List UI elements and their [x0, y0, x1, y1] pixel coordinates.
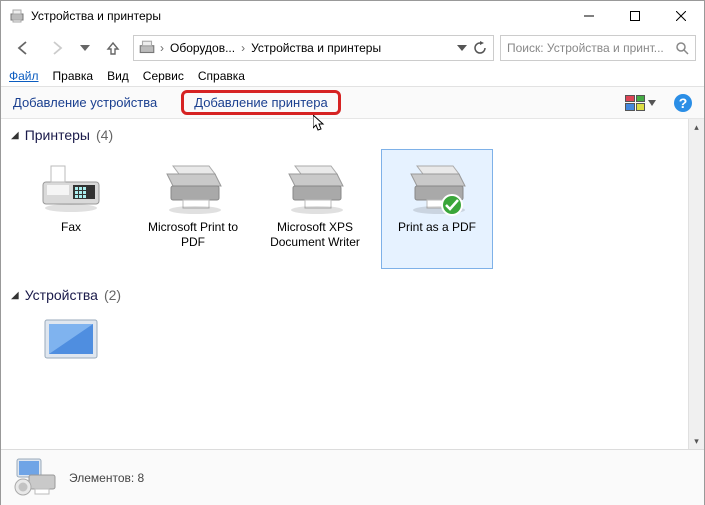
back-button[interactable]	[9, 34, 37, 62]
scroll-down-button[interactable]: ▾	[689, 433, 704, 449]
group-devices-header[interactable]: ◢ Устройства (2)	[1, 279, 704, 307]
chevron-down-icon[interactable]	[457, 43, 467, 53]
devices-printers-icon	[136, 37, 158, 59]
help-button[interactable]: ?	[674, 94, 692, 112]
device-label: Print as a PDF	[398, 220, 476, 235]
chevron-right-icon[interactable]: ›	[239, 41, 247, 55]
menu-bar: Файл Правка Вид Сервис Справка	[1, 65, 704, 87]
menu-tools[interactable]: Сервис	[143, 69, 184, 83]
device-item-ms-print-pdf[interactable]: Microsoft Print to PDF	[137, 149, 249, 269]
collapse-icon: ◢	[11, 130, 19, 141]
device-item-ms-xps[interactable]: Microsoft XPS Document Writer	[259, 149, 371, 269]
group-printers-header[interactable]: ◢ Принтеры (4)	[1, 119, 704, 147]
status-bar: Элементов: 8	[1, 449, 704, 505]
devices-printers-icon	[9, 8, 25, 24]
breadcrumb-segment-hardware[interactable]: Оборудов...	[166, 41, 239, 55]
scrollbar[interactable]: ▴ ▾	[688, 119, 704, 449]
printer-icon	[153, 156, 233, 216]
device-item-print-as-pdf[interactable]: Print as a PDF	[381, 149, 493, 269]
printer-icon	[397, 156, 477, 216]
search-icon	[675, 41, 689, 55]
collapse-icon: ◢	[11, 290, 19, 301]
group-count: (4)	[96, 127, 113, 143]
group-label: Принтеры	[25, 127, 90, 143]
chevron-right-icon[interactable]: ›	[158, 41, 166, 55]
close-button[interactable]	[658, 1, 704, 31]
command-bar: Добавление устройства Добавление принтер…	[1, 87, 704, 119]
view-icon	[625, 95, 645, 111]
search-placeholder: Поиск: Устройства и принт...	[507, 41, 675, 55]
add-printer-button[interactable]: Добавление принтера	[181, 90, 340, 115]
menu-view[interactable]: Вид	[107, 69, 129, 83]
device-item-fax[interactable]: Fax	[15, 149, 127, 269]
device-label: Fax	[61, 220, 81, 235]
window-title: Устройства и принтеры	[31, 9, 161, 23]
breadcrumb[interactable]: › Оборудов... › Устройства и принтеры	[133, 35, 494, 61]
menu-file[interactable]: Файл	[9, 69, 39, 83]
menu-help[interactable]: Справка	[198, 69, 245, 83]
printer-icon	[275, 156, 355, 216]
printers-items: Fax Microsoft Print to PDF	[1, 147, 704, 279]
device-label: Microsoft Print to PDF	[138, 220, 248, 250]
group-count: (2)	[104, 287, 121, 303]
up-button[interactable]	[99, 34, 127, 62]
view-options-button[interactable]	[625, 95, 656, 111]
refresh-button[interactable]	[473, 41, 487, 55]
menu-edit[interactable]: Правка	[53, 69, 94, 83]
maximize-button[interactable]	[612, 1, 658, 31]
status-label: Элементов:	[69, 471, 134, 485]
devices-items	[1, 307, 704, 379]
breadcrumb-segment-devices[interactable]: Устройства и принтеры	[247, 41, 385, 55]
titlebar[interactable]: Устройства и принтеры	[1, 1, 704, 31]
fax-icon	[31, 156, 111, 216]
recent-locations-button[interactable]	[77, 34, 93, 62]
status-icon	[13, 457, 59, 499]
status-count: 8	[138, 471, 145, 485]
content-pane: ▴ ▾ ◢ Принтеры (4) Fax	[1, 119, 704, 449]
device-item-monitor[interactable]	[15, 309, 127, 369]
minimize-button[interactable]	[566, 1, 612, 31]
scroll-up-button[interactable]: ▴	[689, 119, 704, 135]
default-check-icon	[441, 194, 463, 216]
group-label: Устройства	[25, 287, 98, 303]
add-device-button[interactable]: Добавление устройства	[13, 95, 157, 110]
device-label: Microsoft XPS Document Writer	[260, 220, 370, 250]
search-input[interactable]: Поиск: Устройства и принт...	[500, 35, 696, 61]
address-bar: › Оборудов... › Устройства и принтеры По…	[1, 31, 704, 65]
monitor-icon	[31, 316, 111, 362]
forward-button[interactable]	[43, 34, 71, 62]
